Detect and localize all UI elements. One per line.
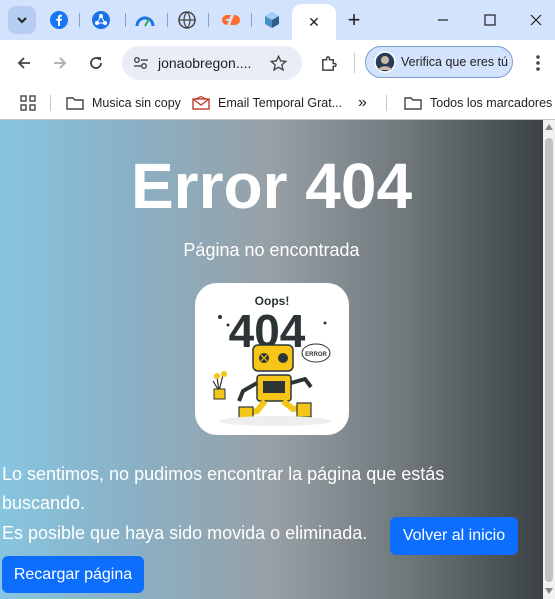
close-icon bbox=[530, 14, 542, 26]
robot-404-image: Oops! 404 ERROR bbox=[212, 294, 331, 426]
mail-icon bbox=[192, 96, 210, 110]
browser-toolbar: jonaobregon.... Verifica que eres tú bbox=[0, 40, 555, 87]
network-icon bbox=[92, 11, 110, 29]
reload-page-button[interactable]: Recargar página bbox=[2, 556, 144, 593]
verify-label: Verifica que eres tú bbox=[401, 55, 509, 69]
page-scrollbar[interactable] bbox=[543, 120, 555, 599]
scroll-up-icon[interactable] bbox=[545, 124, 553, 130]
tab-cube[interactable] bbox=[261, 9, 283, 31]
active-tab[interactable]: ✕ bbox=[292, 4, 336, 40]
tab-globe[interactable] bbox=[176, 9, 198, 31]
tab-network[interactable] bbox=[90, 9, 112, 31]
menu-button[interactable] bbox=[524, 49, 552, 77]
arrow-left-icon bbox=[17, 57, 30, 69]
reload-icon bbox=[90, 57, 102, 69]
bookmarks-bar: Musica sin copy Email Temporal Grat... »… bbox=[0, 87, 555, 120]
arrow-right-icon bbox=[54, 57, 67, 69]
cpanel-icon bbox=[222, 15, 240, 25]
error-message-line1: Lo sentimos, no pudimos encontrar la pág… bbox=[2, 464, 445, 513]
robot-404-illustration: Oops! 404 ERROR bbox=[195, 283, 349, 435]
tab-strip: ✕ + bbox=[0, 0, 555, 40]
tab-cpanel[interactable] bbox=[219, 9, 241, 31]
bookmark-label: Todos los marcadores bbox=[430, 96, 553, 110]
close-window-button[interactable] bbox=[524, 8, 548, 32]
facebook-icon bbox=[50, 11, 68, 29]
maximize-icon bbox=[484, 14, 496, 26]
reload-button[interactable] bbox=[82, 49, 110, 77]
star-icon bbox=[269, 54, 287, 71]
globe-icon bbox=[178, 11, 196, 29]
puzzle-icon bbox=[321, 55, 337, 71]
back-button[interactable] bbox=[10, 49, 38, 77]
error-message-line2: Es posible que haya sido movida o elimin… bbox=[2, 523, 368, 543]
forward-button[interactable] bbox=[46, 49, 74, 77]
address-text: jonaobregon.... bbox=[158, 55, 252, 71]
tab-speedometer[interactable] bbox=[134, 9, 156, 31]
apps-grid-icon bbox=[20, 95, 36, 111]
avatar bbox=[374, 51, 396, 73]
minimize-icon bbox=[438, 19, 448, 21]
apps-button[interactable] bbox=[20, 93, 44, 113]
scroll-down-icon[interactable] bbox=[545, 588, 553, 594]
close-tab-icon[interactable]: ✕ bbox=[302, 10, 326, 34]
bookmark-label: Email Temporal Grat... bbox=[218, 96, 343, 110]
cube-icon bbox=[265, 12, 279, 28]
tab-facebook[interactable] bbox=[48, 9, 70, 31]
bookmark-email-temporal[interactable]: Email Temporal Grat... bbox=[192, 93, 342, 113]
bookmark-label: Musica sin copy bbox=[92, 96, 181, 110]
back-home-button[interactable]: Volver al inicio bbox=[390, 517, 518, 555]
speedometer-icon bbox=[135, 16, 155, 27]
new-tab-button[interactable]: + bbox=[342, 7, 366, 32]
maximize-button[interactable] bbox=[478, 8, 502, 32]
bookmark-star-button[interactable] bbox=[264, 49, 292, 77]
error-title: Error 404 bbox=[130, 150, 413, 222]
folder-icon bbox=[404, 97, 422, 110]
scroll-thumb[interactable] bbox=[545, 138, 553, 582]
page-content: Error 404 Página no encontrada Oops! 404… bbox=[0, 120, 543, 599]
extensions-button[interactable] bbox=[314, 49, 342, 77]
chevron-down-icon bbox=[17, 17, 27, 24]
tab-search-button[interactable] bbox=[8, 6, 36, 34]
minimize-button[interactable] bbox=[431, 8, 455, 32]
more-vertical-icon bbox=[536, 55, 540, 71]
error-bubble-text: ERROR bbox=[305, 352, 327, 358]
error-subtitle: Página no encontrada bbox=[183, 240, 360, 260]
verify-profile-button[interactable]: Verifica que eres tú bbox=[365, 46, 513, 78]
bookmark-musica[interactable]: Musica sin copy bbox=[66, 93, 181, 113]
folder-icon bbox=[66, 97, 84, 110]
site-settings-icon[interactable] bbox=[133, 56, 149, 70]
bookmark-all-bookmarks[interactable]: Todos los marcadores bbox=[404, 93, 552, 113]
bookmarks-overflow-button[interactable]: » bbox=[358, 93, 367, 113]
